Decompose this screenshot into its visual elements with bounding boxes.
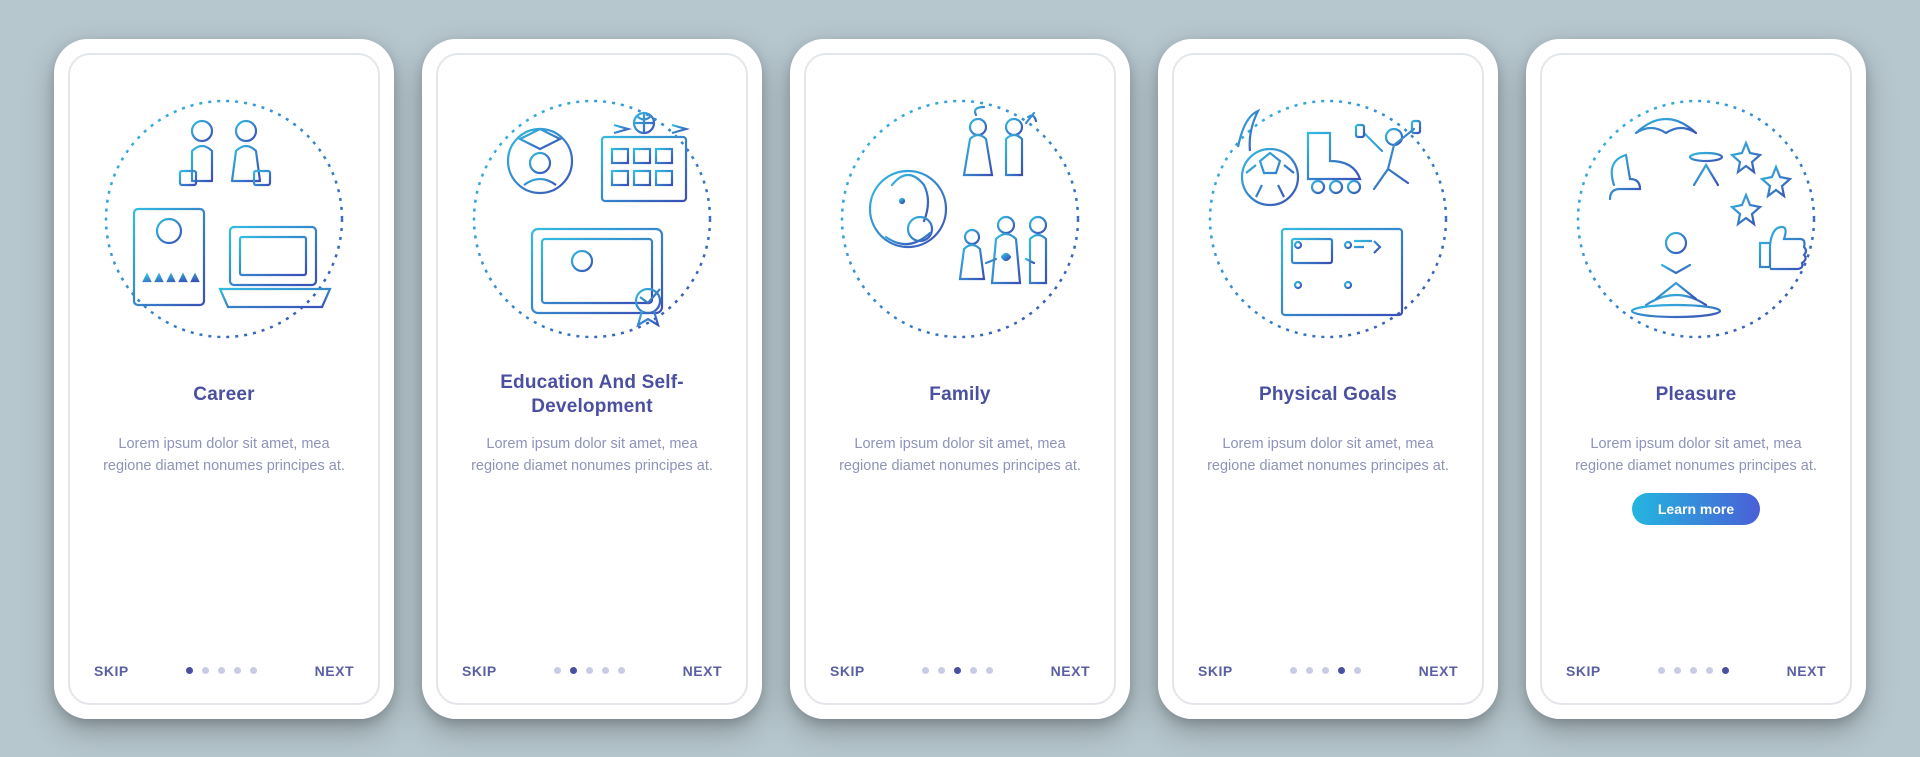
pleasure-icon	[1566, 89, 1826, 349]
dot	[186, 667, 193, 674]
dot	[602, 667, 609, 674]
next-button[interactable]: NEXT	[315, 663, 354, 679]
dot	[970, 667, 977, 674]
footer-nav: SKIP NEXT	[1194, 663, 1462, 685]
onboarding-screen-2: Education And Self-Development Lorem ips…	[436, 53, 748, 705]
dot	[1354, 667, 1361, 674]
screen-title: Family	[929, 371, 990, 419]
screen-title: Career	[193, 371, 254, 419]
onboarding-screen-3: Family Lorem ipsum dolor sit amet, mea r…	[804, 53, 1116, 705]
dot	[1706, 667, 1713, 674]
dot	[1322, 667, 1329, 674]
next-button[interactable]: NEXT	[683, 663, 722, 679]
phone-frame: Physical Goals Lorem ipsum dolor sit ame…	[1158, 39, 1498, 719]
dot	[570, 667, 577, 674]
dot	[554, 667, 561, 674]
family-icon	[830, 89, 1090, 349]
screen-description: Lorem ipsum dolor sit amet, mea regione …	[90, 433, 358, 478]
dot	[586, 667, 593, 674]
skip-button[interactable]: SKIP	[1198, 663, 1233, 679]
screen-description: Lorem ipsum dolor sit amet, mea regione …	[1194, 433, 1462, 478]
dot	[1690, 667, 1697, 674]
phone-frame: Education And Self-Development Lorem ips…	[422, 39, 762, 719]
page-indicator	[1658, 667, 1729, 674]
skip-button[interactable]: SKIP	[94, 663, 129, 679]
education-icon	[462, 89, 722, 349]
footer-nav: SKIP NEXT	[1562, 663, 1830, 685]
screen-title: Physical Goals	[1259, 371, 1397, 419]
learn-more-button[interactable]: Learn more	[1632, 493, 1760, 525]
onboarding-screen-4: Physical Goals Lorem ipsum dolor sit ame…	[1172, 53, 1484, 705]
dot	[234, 667, 241, 674]
dot	[1722, 667, 1729, 674]
page-indicator	[554, 667, 625, 674]
screen-description: Lorem ipsum dolor sit amet, mea regione …	[458, 433, 726, 478]
dot	[250, 667, 257, 674]
dot	[1338, 667, 1345, 674]
dot	[618, 667, 625, 674]
screen-description: Lorem ipsum dolor sit amet, mea regione …	[1562, 433, 1830, 478]
footer-nav: SKIP NEXT	[826, 663, 1094, 685]
career-icon	[94, 89, 354, 349]
skip-button[interactable]: SKIP	[830, 663, 865, 679]
dot	[954, 667, 961, 674]
phone-frame: Pleasure Lorem ipsum dolor sit amet, mea…	[1526, 39, 1866, 719]
next-button[interactable]: NEXT	[1419, 663, 1458, 679]
phone-frame: Family Lorem ipsum dolor sit amet, mea r…	[790, 39, 1130, 719]
dot	[938, 667, 945, 674]
dot	[1658, 667, 1665, 674]
next-button[interactable]: NEXT	[1787, 663, 1826, 679]
dot	[986, 667, 993, 674]
page-indicator	[1290, 667, 1361, 674]
onboarding-screen-1: Career Lorem ipsum dolor sit amet, mea r…	[68, 53, 380, 705]
page-indicator	[186, 667, 257, 674]
dot	[1674, 667, 1681, 674]
phone-frame: Career Lorem ipsum dolor sit amet, mea r…	[54, 39, 394, 719]
footer-nav: SKIP NEXT	[458, 663, 726, 685]
page-indicator	[922, 667, 993, 674]
onboarding-screen-5: Pleasure Lorem ipsum dolor sit amet, mea…	[1540, 53, 1852, 705]
dot	[1306, 667, 1313, 674]
screen-title: Pleasure	[1656, 371, 1737, 419]
dot	[922, 667, 929, 674]
next-button[interactable]: NEXT	[1051, 663, 1090, 679]
dot	[202, 667, 209, 674]
dot	[218, 667, 225, 674]
footer-nav: SKIP NEXT	[90, 663, 358, 685]
physical-goals-icon	[1198, 89, 1458, 349]
screen-title: Education And Self-Development	[458, 371, 726, 419]
skip-button[interactable]: SKIP	[1566, 663, 1601, 679]
dot	[1290, 667, 1297, 674]
skip-button[interactable]: SKIP	[462, 663, 497, 679]
screen-description: Lorem ipsum dolor sit amet, mea regione …	[826, 433, 1094, 478]
